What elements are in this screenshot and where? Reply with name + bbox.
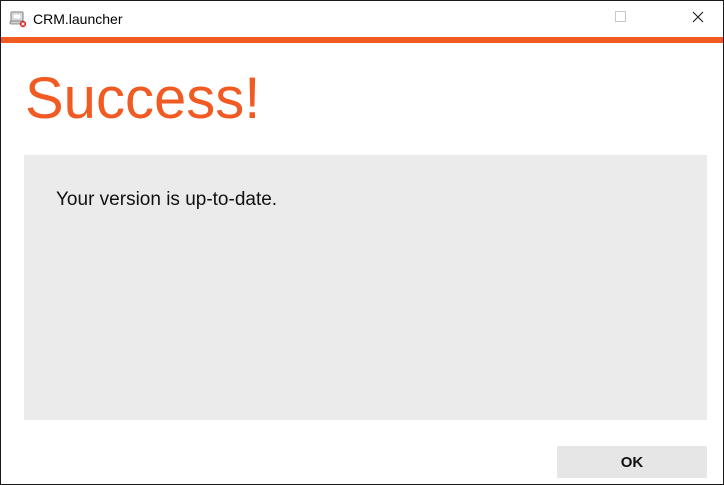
maximize-icon [615, 10, 627, 28]
message-text: Your version is up-to-date. [56, 189, 278, 210]
close-button[interactable] [675, 1, 721, 37]
maximize-button[interactable] [598, 1, 644, 37]
close-icon [692, 10, 704, 28]
minimize-button[interactable] [553, 1, 599, 37]
launcher-app-icon [9, 10, 27, 28]
window-title: CRM.launcher [33, 11, 123, 27]
accent-bar [1, 37, 723, 43]
success-heading: Success! [25, 66, 261, 131]
message-panel: Your version is up-to-date. [24, 155, 707, 420]
dialog-window: CRM.launcher Success! Your version is up… [0, 0, 724, 485]
title-bar[interactable]: CRM.launcher [1, 1, 723, 37]
minimize-icon [570, 10, 582, 28]
ok-button[interactable]: OK [557, 446, 707, 478]
